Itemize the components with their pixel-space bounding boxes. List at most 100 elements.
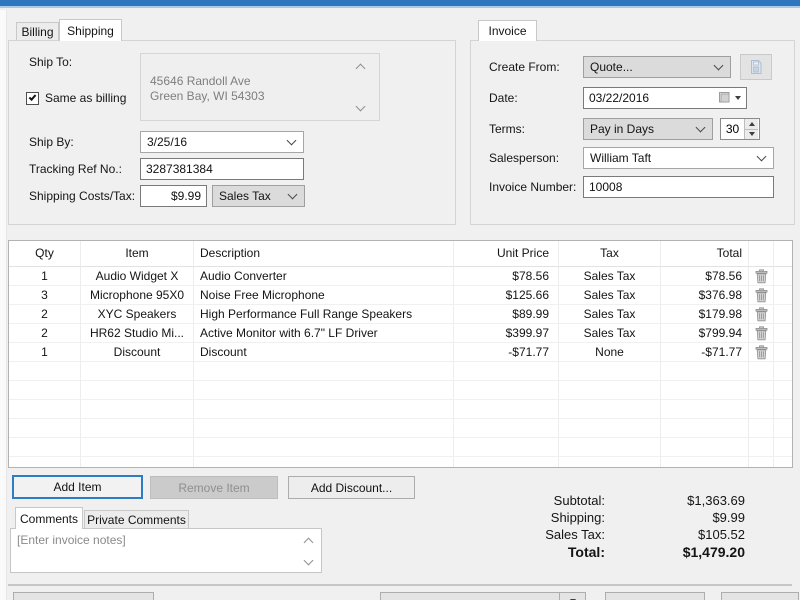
checkmark-icon (28, 93, 37, 101)
bottom-action-button-2[interactable] (380, 592, 586, 600)
date-label: Date: (489, 91, 518, 105)
cell-qty: 3 (9, 286, 81, 305)
column-header-total: Total (661, 241, 749, 267)
create-from-combobox[interactable]: Quote... (583, 56, 731, 78)
items-table-header: Qty Item Description Unit Price Tax Tota… (9, 241, 792, 267)
cell-total: $78.56 (661, 267, 749, 286)
window-accent-bar (0, 0, 800, 8)
same-as-billing-label: Same as billing (45, 91, 127, 105)
chevron-down-icon (713, 60, 724, 71)
address-scroll-down-icon[interactable] (355, 101, 366, 112)
terms-combobox[interactable]: Pay in Days (583, 118, 713, 140)
stepper-down-button[interactable] (745, 129, 758, 139)
tab-shipping-label: Shipping (67, 23, 114, 38)
cell-item: Microphone 95X0 (81, 286, 194, 305)
invoice-number-input[interactable] (583, 176, 774, 198)
chevron-down-icon (695, 122, 706, 133)
salesperson-combobox[interactable]: William Taft (583, 147, 774, 169)
bottom-action-button-1[interactable] (13, 592, 154, 600)
address-scroll-up-icon[interactable] (355, 63, 366, 74)
bottom-action-button-4[interactable] (721, 592, 799, 600)
tab-billing[interactable]: Billing (16, 22, 59, 40)
tracking-ref-input[interactable] (140, 158, 304, 180)
cell-gutter (774, 324, 792, 343)
trash-icon[interactable] (755, 306, 768, 322)
table-empty-row (9, 381, 792, 400)
cell-unit-price: $78.56 (454, 267, 559, 286)
tab-private-comments[interactable]: Private Comments (84, 510, 189, 528)
trash-icon[interactable] (755, 344, 768, 360)
ship-to-address-field[interactable]: 45646 Randoll Ave Green Bay, WI 54303 (140, 53, 380, 121)
grand-total-label: Total: (567, 544, 605, 560)
items-table-empty-rows (9, 362, 792, 467)
tab-shipping[interactable]: Shipping (59, 19, 122, 41)
add-discount-button[interactable]: Add Discount... (288, 476, 415, 499)
trash-icon[interactable] (755, 287, 768, 303)
add-item-label: Add Item (53, 480, 102, 494)
table-row[interactable]: 3 Microphone 95X0 Noise Free Microphone … (9, 286, 792, 305)
stepper-up-button[interactable] (745, 119, 758, 130)
column-header-tax: Tax (559, 241, 661, 267)
same-as-billing-checkbox[interactable] (26, 92, 39, 105)
bottom-action-button-3[interactable] (605, 592, 705, 600)
shipping-costs-label: Shipping Costs/Tax: (29, 189, 136, 203)
terms-days-stepper[interactable] (720, 118, 760, 140)
tab-invoice[interactable]: Invoice (478, 20, 537, 41)
column-header-gutter (774, 241, 792, 267)
trash-icon[interactable] (755, 325, 768, 341)
table-row[interactable]: 1 Audio Widget X Audio Converter $78.56 … (9, 267, 792, 286)
grand-total-value: $1,479.20 (682, 544, 745, 560)
table-empty-row (9, 438, 792, 457)
cell-description: Discount (194, 343, 454, 362)
trash-icon[interactable] (755, 268, 768, 284)
cell-gutter (774, 267, 792, 286)
table-row[interactable]: 2 HR62 Studio Mi... Active Monitor with … (9, 324, 792, 343)
tab-invoice-label: Invoice (488, 24, 527, 38)
create-from-apply-button[interactable] (740, 54, 772, 80)
ship-to-label: Ship To: (29, 55, 73, 69)
cell-tax: Sales Tax (559, 286, 661, 305)
shipping-tax-value: Sales Tax (219, 189, 271, 203)
sales-tax-value: $105.52 (698, 527, 745, 542)
date-input[interactable]: 03/22/2016 (583, 87, 747, 109)
window-left-edge (0, 10, 7, 600)
invoice-notes-textarea[interactable] (10, 528, 322, 573)
date-dropdown-icon[interactable] (735, 96, 741, 100)
cell-description: High Performance Full Range Speakers (194, 305, 454, 324)
chevron-down-icon (286, 135, 297, 146)
cell-total: $799.94 (661, 324, 749, 343)
document-icon (751, 60, 762, 74)
cell-total: $376.98 (661, 286, 749, 305)
remove-item-button[interactable]: Remove Item (150, 476, 278, 499)
cell-item: XYC Speakers (81, 305, 194, 324)
cell-gutter (774, 305, 792, 324)
column-header-item: Item (81, 241, 194, 267)
table-row[interactable]: 2 XYC Speakers High Performance Full Ran… (9, 305, 792, 324)
table-empty-row (9, 400, 792, 419)
subtotal-value: $1,363.69 (687, 493, 745, 508)
sales-tax-row: Sales Tax: $105.52 (448, 526, 745, 543)
shipping-tax-combobox[interactable]: Sales Tax (212, 185, 305, 207)
calendar-icon[interactable] (719, 92, 731, 104)
salesperson-value: William Taft (590, 151, 652, 165)
terms-days-input[interactable] (721, 119, 744, 139)
cell-tax: Sales Tax (559, 305, 661, 324)
add-item-button[interactable]: Add Item (12, 475, 143, 499)
invoice-window: Billing Shipping Ship To: 45646 Randoll … (0, 0, 800, 600)
triangle-down-icon (748, 132, 755, 137)
grand-total-row: Total: $1,479.20 (448, 543, 745, 562)
column-header-delete (749, 241, 774, 267)
cell-qty: 2 (9, 305, 81, 324)
bottom-split-dropdown-icon[interactable] (559, 592, 585, 600)
shipping-cost-input[interactable] (140, 185, 207, 207)
items-table-body: 1 Audio Widget X Audio Converter $78.56 … (9, 267, 792, 362)
cell-tax: Sales Tax (559, 267, 661, 286)
tab-comments[interactable]: Comments (15, 507, 83, 529)
bottom-divider (8, 584, 792, 586)
cell-total: $179.98 (661, 305, 749, 324)
ship-by-combobox[interactable]: 3/25/16 (140, 131, 304, 153)
table-row[interactable]: 1 Discount Discount -$71.77 None -$71.77 (9, 343, 792, 362)
cell-gutter (774, 286, 792, 305)
sales-tax-label: Sales Tax: (545, 527, 605, 542)
ship-by-label: Ship By: (29, 135, 74, 149)
